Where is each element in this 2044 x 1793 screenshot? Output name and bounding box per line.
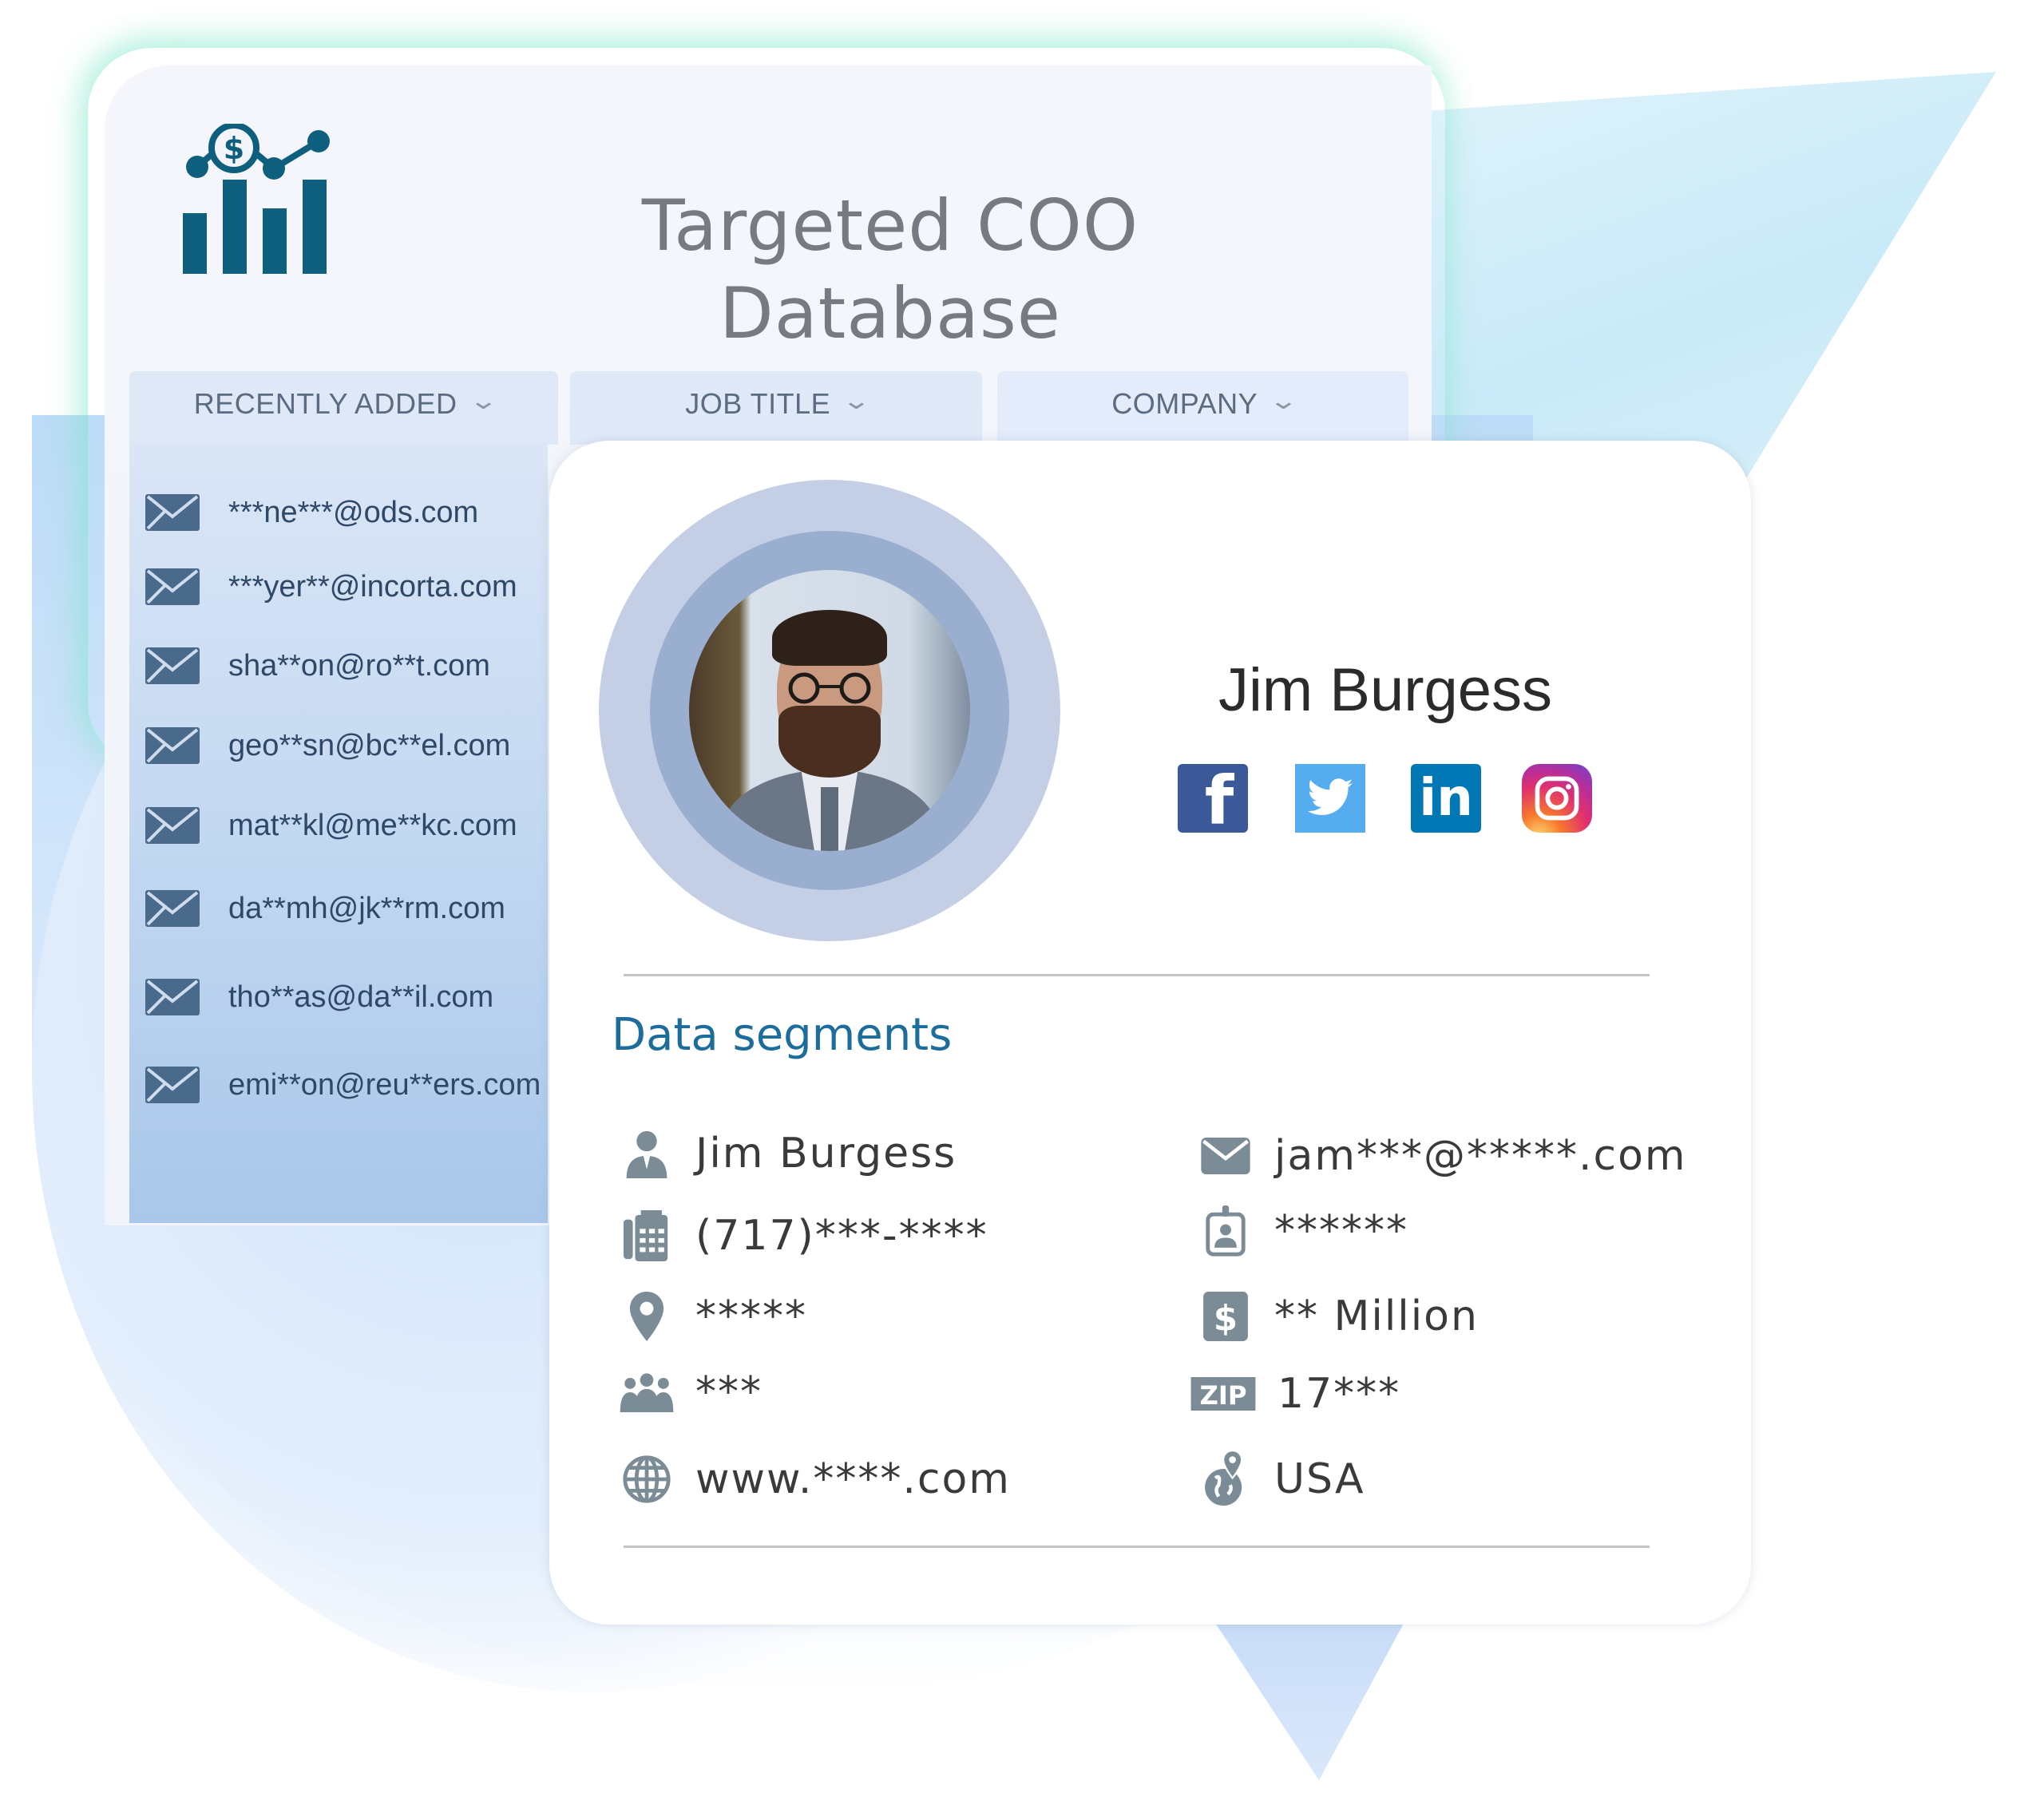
- segment-name: Jim Burgess: [619, 1122, 957, 1185]
- column-label: JOB TITLE: [685, 387, 831, 420]
- envelope-icon: [145, 647, 200, 684]
- background-shape-bottom: [1214, 1621, 1405, 1780]
- column-label: RECENTLY ADDED: [193, 387, 458, 420]
- segment-value: *****: [695, 1292, 807, 1340]
- segment-zip: ZIP 17***: [1190, 1362, 1400, 1426]
- team-icon: [619, 1364, 675, 1420]
- svg-text:$: $: [1214, 1299, 1238, 1339]
- segment-value: jam***@*****.com: [1274, 1132, 1687, 1180]
- envelope-icon: [145, 494, 200, 531]
- id-badge-icon: [1198, 1203, 1254, 1259]
- segment-email: jam***@*****.com: [1198, 1124, 1687, 1188]
- instagram-icon[interactable]: [1522, 764, 1592, 833]
- linkedin-glyph: in: [1419, 769, 1473, 828]
- list-item[interactable]: ***yer**@incorta.com: [145, 563, 517, 611]
- world-pin-icon: [1198, 1451, 1254, 1507]
- email-text: sha**on@ro**t.com: [228, 648, 490, 683]
- segment-phone: (717)***-****: [619, 1204, 988, 1268]
- list-item[interactable]: emi**on@reu**ers.com: [145, 1061, 541, 1109]
- column-label: COMPANY: [1111, 387, 1258, 420]
- chevron-down-icon: ⌄: [1268, 388, 1300, 414]
- segment-revenue: $ ** Million: [1198, 1284, 1479, 1348]
- envelope-icon: [145, 890, 200, 927]
- email-text: emi**on@reu**ers.com: [228, 1067, 541, 1102]
- dollar-icon: $: [1198, 1288, 1254, 1344]
- svg-text:$: $: [224, 131, 244, 166]
- twitter-bird-icon: [1307, 778, 1353, 815]
- svg-text:ZIP: ZIP: [1199, 1380, 1246, 1411]
- segment-value: ***: [695, 1368, 763, 1416]
- segment-country: USA: [1198, 1447, 1365, 1511]
- chart-dollar-icon: $: [183, 124, 330, 274]
- segment-value: www.****.com: [695, 1455, 1011, 1503]
- list-item[interactable]: tho**as@da**il.com: [145, 973, 493, 1021]
- phone-fax-icon: [619, 1208, 675, 1264]
- email-text: ***yer**@incorta.com: [228, 569, 517, 604]
- column-company[interactable]: COMPANY ⌄: [997, 371, 1408, 445]
- chevron-down-icon: ⌄: [468, 388, 499, 414]
- linkedin-icon[interactable]: in: [1411, 764, 1481, 833]
- chevron-down-icon: ⌄: [841, 388, 873, 414]
- envelope-icon: [1198, 1128, 1254, 1184]
- email-list: ***ne***@ods.com ***yer**@incorta.com sh…: [129, 443, 548, 1223]
- segment-value: USA: [1274, 1455, 1365, 1503]
- envelope-icon: [145, 727, 200, 764]
- divider: [624, 1546, 1650, 1548]
- list-item[interactable]: da**mh@jk**rm.com: [145, 885, 505, 932]
- segment-employees: ***: [619, 1360, 763, 1424]
- email-text: da**mh@jk**rm.com: [228, 891, 505, 925]
- page-title: Targeted COO Database: [641, 184, 1139, 354]
- column-recently-added[interactable]: RECENTLY ADDED ⌄: [129, 371, 558, 445]
- location-pin-icon: [619, 1288, 675, 1344]
- zip-icon: ZIP: [1190, 1366, 1257, 1422]
- facebook-glyph: f: [1204, 762, 1234, 840]
- facebook-icon[interactable]: f: [1178, 762, 1248, 840]
- segment-website: www.****.com: [619, 1447, 1011, 1511]
- column-job-title[interactable]: JOB TITLE ⌄: [570, 371, 982, 445]
- instagram-camera-icon: [1535, 776, 1579, 821]
- segment-value: (717)***-****: [695, 1212, 988, 1260]
- email-text: ***ne***@ods.com: [228, 495, 479, 529]
- list-item[interactable]: ***ne***@ods.com: [145, 489, 478, 536]
- twitter-icon[interactable]: [1295, 764, 1365, 833]
- segment-location: *****: [619, 1284, 807, 1348]
- avatar: [689, 570, 970, 851]
- person-name: Jim Burgess: [1218, 656, 1553, 724]
- segment-value: ** Million: [1274, 1292, 1479, 1340]
- segment-value: ******: [1274, 1207, 1408, 1255]
- divider: [624, 974, 1650, 976]
- section-title: Data segments: [612, 1009, 953, 1061]
- segment-value: Jim Burgess: [695, 1130, 957, 1178]
- list-item[interactable]: sha**on@ro**t.com: [145, 642, 490, 690]
- email-text: geo**sn@bc**el.com: [228, 728, 511, 762]
- segment-value: 17***: [1278, 1370, 1401, 1418]
- segment-job-id: ******: [1198, 1199, 1408, 1263]
- envelope-icon: [145, 979, 200, 1015]
- envelope-icon: [145, 568, 200, 605]
- globe-icon: [619, 1451, 675, 1507]
- list-item[interactable]: geo**sn@bc**el.com: [145, 722, 510, 770]
- envelope-icon: [145, 807, 200, 844]
- email-text: mat**kl@me**kc.com: [228, 808, 517, 842]
- envelope-icon: [145, 1067, 200, 1103]
- email-text: tho**as@da**il.com: [228, 980, 494, 1014]
- list-item[interactable]: mat**kl@me**kc.com: [145, 802, 517, 849]
- person-icon: [619, 1126, 675, 1181]
